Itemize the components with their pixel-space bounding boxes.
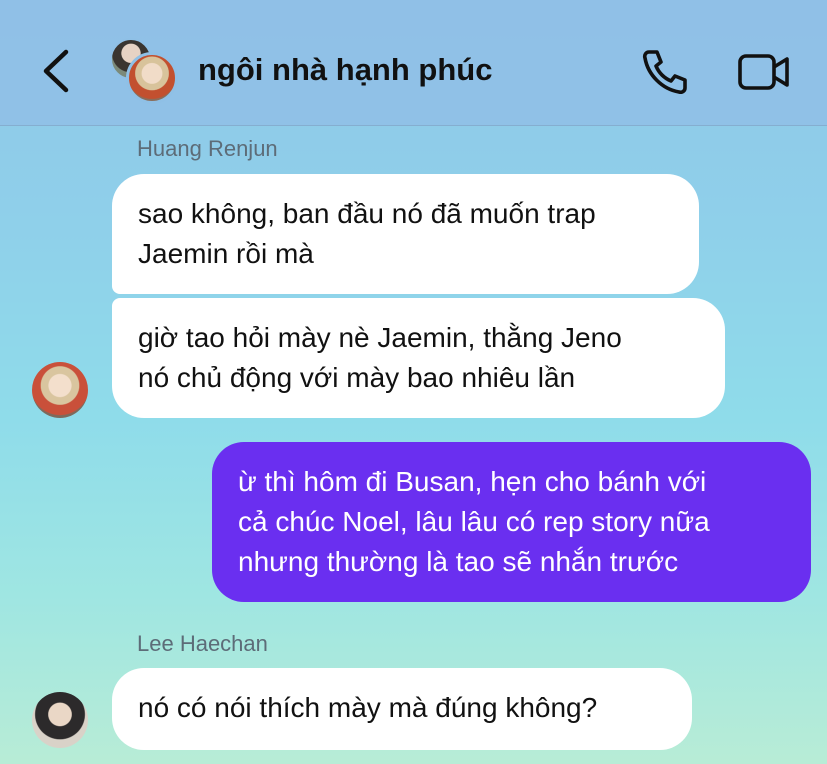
phone-icon[interactable] (640, 48, 690, 94)
message-bubble[interactable]: giờ tao hỏi mày nè Jaemin, thằng Jeno nó… (112, 298, 725, 418)
message-text: nó có nói thích mày mà đúng không? (138, 692, 598, 723)
avatar[interactable] (32, 692, 88, 748)
video-camera-icon[interactable] (738, 52, 790, 92)
message-text: sao không, ban đầu nó đã muốn trap (138, 198, 596, 229)
message-text: nó chủ động với mày bao nhiêu lần (138, 362, 576, 393)
sender-name: Lee Haechan (137, 631, 268, 656)
message-text: Jaemin rồi mà (138, 238, 314, 269)
group-avatar[interactable] (110, 38, 180, 104)
message-text: giờ tao hỏi mày nè Jaemin, thằng Jeno (138, 322, 622, 353)
chat-title: ngôi nhà hạnh phúc (198, 52, 493, 87)
message-text: cả chúc Noel, lâu lâu có rep story nữa (238, 506, 710, 537)
avatar[interactable] (32, 362, 88, 418)
member-avatar-front (126, 52, 178, 104)
message-text: ừ thì hôm đi Busan, hẹn cho bánh với (238, 466, 707, 497)
message-bubble[interactable]: sao không, ban đầu nó đã muốn trap Jaemi… (112, 174, 699, 294)
message-bubble[interactable]: ừ thì hôm đi Busan, hẹn cho bánh với cả … (212, 442, 811, 602)
chevron-left-icon[interactable] (36, 48, 76, 94)
message-text: nhưng thường là tao sẽ nhắn trước (238, 546, 679, 577)
chat-header: ngôi nhà hạnh phúc (0, 0, 827, 126)
message-bubble[interactable]: nó có nói thích mày mà đúng không? (112, 668, 692, 750)
sender-name: Huang Renjun (137, 136, 278, 161)
